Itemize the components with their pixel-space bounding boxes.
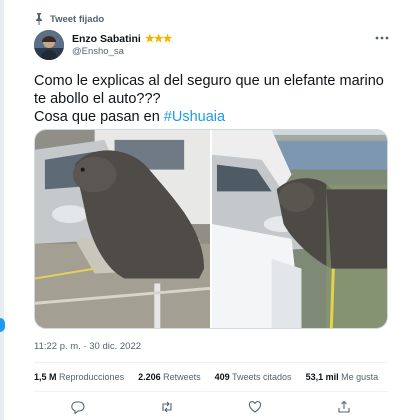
stat-likes-value: 53,1 mil bbox=[305, 372, 339, 382]
photo-right[interactable] bbox=[212, 130, 387, 328]
star-badges: ★★★ bbox=[144, 33, 173, 45]
tweet-text-prefix: Cosa que pasan en bbox=[34, 109, 164, 125]
stat-retweets-value: 2.206 bbox=[138, 372, 161, 382]
photo-left[interactable] bbox=[35, 130, 210, 328]
share-icon[interactable] bbox=[337, 400, 351, 414]
photo-right-image bbox=[212, 130, 387, 328]
tweet-text-line-3: Cosa que pasan en #Ushuaia bbox=[34, 108, 394, 126]
stat-quotes-label: Tweets citados bbox=[232, 372, 292, 382]
divider-top bbox=[34, 362, 388, 363]
action-bar bbox=[34, 400, 388, 414]
stat-likes-label: Me gusta bbox=[341, 372, 379, 382]
stat-quotes[interactable]: 409 Tweets citados bbox=[215, 372, 292, 382]
stat-likes[interactable]: 53,1 mil Me gusta bbox=[306, 372, 379, 382]
more-options-icon[interactable] bbox=[374, 33, 390, 43]
tweet-text: Como le explicas al del seguro que un el… bbox=[34, 72, 394, 126]
stat-views-value: 1,5 M bbox=[34, 372, 57, 382]
tweet-text-line-1: Como le explicas al del seguro que un el… bbox=[34, 73, 384, 89]
tweet-media[interactable] bbox=[34, 129, 388, 329]
divider-bottom bbox=[34, 391, 388, 392]
retweet-icon[interactable] bbox=[160, 400, 174, 414]
pinned-label: Tweet fijado bbox=[50, 13, 105, 25]
photo-left-image bbox=[35, 130, 210, 328]
like-icon[interactable] bbox=[248, 400, 262, 414]
hashtag-link[interactable]: #Ushuaia bbox=[164, 109, 225, 125]
stat-retweets-label: Retweets bbox=[163, 372, 201, 382]
engagement-stats: 1,5 M Reproducciones 2.206 Retweets 409 … bbox=[34, 372, 378, 382]
stat-views-label: Reproducciones bbox=[59, 372, 125, 382]
author-name[interactable]: Enzo Sabatini bbox=[72, 33, 141, 45]
stat-views[interactable]: 1,5 M Reproducciones bbox=[34, 372, 124, 382]
avatar-image bbox=[34, 30, 64, 60]
pin-icon bbox=[36, 13, 42, 25]
pinned-indicator: Tweet fijado bbox=[34, 13, 104, 25]
stat-quotes-value: 409 bbox=[214, 372, 230, 382]
avatar[interactable] bbox=[34, 30, 64, 60]
side-indicator bbox=[0, 318, 5, 332]
tweet-timestamp[interactable]: 11:22 p. m. · 30 dic. 2022 bbox=[34, 341, 141, 352]
reply-icon[interactable] bbox=[71, 400, 85, 414]
stat-retweets[interactable]: 2.206 Retweets bbox=[138, 372, 201, 382]
author-name-row[interactable]: Enzo Sabatini ★★★ bbox=[72, 32, 173, 46]
author-handle[interactable]: @Ensho_sa bbox=[72, 46, 124, 57]
tweet-text-line-2: te abollo el auto??? bbox=[34, 91, 161, 107]
left-edge-strip bbox=[0, 0, 4, 420]
